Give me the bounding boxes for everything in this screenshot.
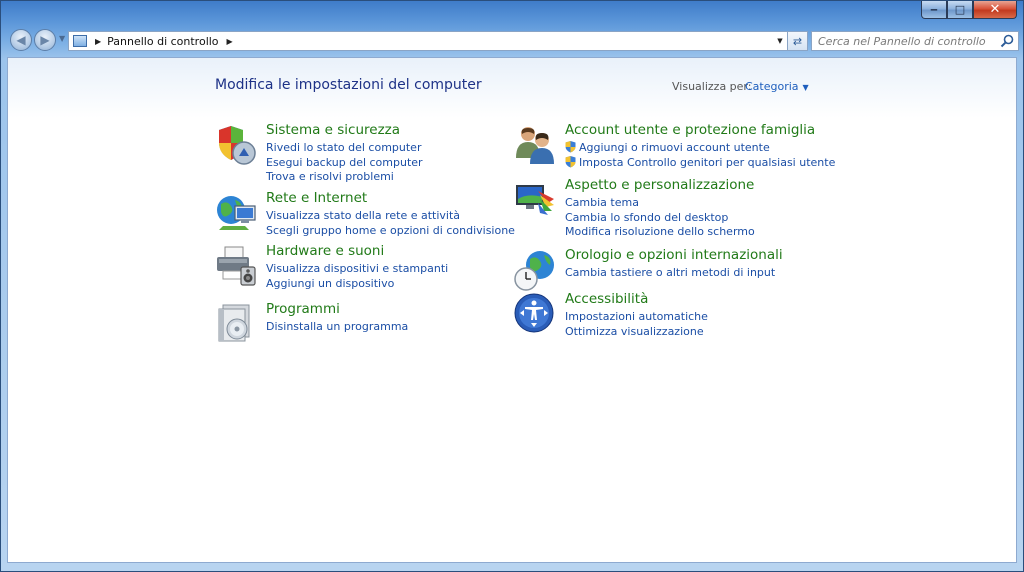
task-link[interactable]: Aggiungi un dispositivo (266, 277, 448, 292)
search-box[interactable] (811, 31, 1019, 51)
category-links: Rivedi lo stato del computer Esegui back… (266, 141, 423, 185)
minimize-icon: ‒ (930, 3, 938, 16)
category-links: Visualizza dispositivi e stampanti Aggiu… (266, 262, 448, 291)
category-title[interactable]: Hardware e suoni (266, 243, 384, 259)
task-link[interactable]: Rivedi lo stato del computer (266, 141, 423, 156)
task-link[interactable]: Cambia tema (565, 196, 755, 211)
minimize-button[interactable]: ‒ (921, 1, 947, 19)
search-icon[interactable] (999, 33, 1015, 49)
category-links: Cambia tema Cambia lo sfondo del desktop… (565, 196, 755, 240)
programs-box-icon[interactable] (215, 303, 259, 347)
control-panel-window: ‒ □ ✕ ◀ ▶ ▼ ▶ Pannello di controllo ▶ ▼ … (0, 0, 1024, 572)
close-icon: ✕ (989, 2, 1001, 17)
task-link[interactable]: Impostazioni automatiche (565, 310, 708, 325)
uac-shield-icon (565, 155, 576, 168)
network-globe-icon[interactable] (215, 192, 259, 236)
category-links: Disinstalla un programma (266, 320, 408, 335)
close-button[interactable]: ✕ (973, 1, 1017, 19)
back-button[interactable]: ◀ (10, 29, 32, 51)
recent-pages-dropdown[interactable]: ▼ (59, 34, 65, 43)
uac-shield-icon (565, 141, 576, 153)
forward-arrow-icon: ▶ (40, 33, 50, 47)
appearance-monitor-icon[interactable] (514, 179, 558, 223)
accessibility-icon[interactable] (514, 293, 558, 337)
printer-icon[interactable] (215, 245, 259, 289)
view-by-dropdown[interactable]: Categoria ▼ (745, 80, 809, 93)
forward-button[interactable]: ▶ (34, 29, 56, 51)
task-link-uac[interactable]: Aggiungi o rimuovi account utente (565, 141, 835, 156)
task-link-text: Aggiungi o rimuovi account utente (579, 141, 770, 154)
task-link[interactable]: Esegui backup del computer (266, 156, 423, 171)
maximize-button[interactable]: □ (947, 1, 973, 19)
window-controls: ‒ □ ✕ (921, 1, 1017, 20)
category-title[interactable]: Aspetto e personalizzazione (565, 177, 754, 193)
category-title[interactable]: Orologio e opzioni internazionali (565, 247, 783, 263)
task-link[interactable]: Cambia tastiere o altri metodi di input (565, 266, 775, 281)
dropdown-arrow-icon: ▼ (802, 83, 809, 92)
category-title[interactable]: Rete e Internet (266, 190, 367, 206)
task-link-uac[interactable]: Imposta Controllo genitori per qualsiasi… (565, 155, 836, 171)
task-link[interactable]: Trova e risolvi problemi (266, 170, 423, 185)
clock-globe-icon[interactable] (514, 249, 558, 293)
users-icon[interactable] (514, 124, 558, 168)
task-link[interactable]: Ottimizza visualizzazione (565, 325, 708, 340)
content-area: Modifica le impostazioni del computer Vi… (7, 57, 1017, 563)
category-links: Visualizza stato della rete e attività S… (266, 209, 515, 238)
task-link[interactable]: Visualizza stato della rete e attività (266, 209, 515, 224)
category-title[interactable]: Sistema e sicurezza (266, 122, 400, 138)
task-link[interactable]: Modifica risoluzione dello schermo (565, 225, 755, 240)
task-link[interactable]: Disinstalla un programma (266, 320, 408, 335)
breadcrumb-arrow-icon[interactable]: ▶ (227, 37, 233, 46)
task-link[interactable]: Cambia lo sfondo del desktop (565, 211, 755, 226)
category-links: Cambia tastiere o altri metodi di input (565, 266, 775, 281)
category-links: Aggiungi o rimuovi account utente Impost… (565, 141, 835, 170)
maximize-icon: □ (954, 3, 966, 16)
category-title[interactable]: Accessibilità (565, 291, 648, 307)
task-link[interactable]: Scegli gruppo home e opzioni di condivis… (266, 224, 515, 239)
category-title[interactable]: Programmi (266, 301, 340, 317)
page-title: Modifica le impostazioni del computer (215, 77, 482, 93)
breadcrumb-arrow-icon[interactable]: ▶ (95, 37, 101, 46)
security-shield-icon[interactable] (215, 124, 259, 168)
control-panel-icon (73, 35, 87, 47)
category-links: Impostazioni automatiche Ottimizza visua… (565, 310, 708, 339)
search-input[interactable] (812, 33, 999, 49)
refresh-button[interactable]: ⇄ (788, 31, 808, 51)
task-link-text: Imposta Controllo genitori per qualsiasi… (579, 155, 836, 169)
breadcrumb-item[interactable]: Pannello di controllo (107, 35, 218, 48)
refresh-icon: ⇄ (792, 34, 803, 48)
view-by-value: Categoria (745, 80, 799, 93)
address-bar[interactable]: ▶ Pannello di controllo ▶ ▼ (68, 31, 788, 51)
category-title[interactable]: Account utente e protezione famiglia (565, 122, 815, 138)
view-by-label: Visualizza per: (672, 80, 752, 93)
navigation-bar: ◀ ▶ ▼ ▶ Pannello di controllo ▶ ▼ ⇄ (7, 28, 1019, 54)
address-dropdown-icon[interactable]: ▼ (773, 32, 787, 50)
task-link[interactable]: Visualizza dispositivi e stampanti (266, 262, 448, 277)
back-arrow-icon: ◀ (16, 33, 26, 47)
